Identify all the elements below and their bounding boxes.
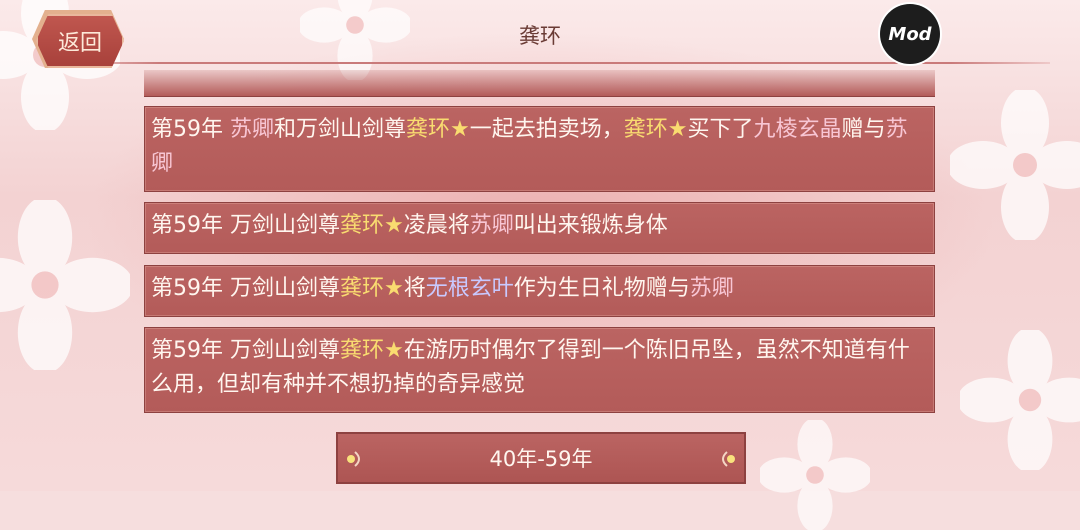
entry-segment: 第59年 万剑山剑尊 xyxy=(151,276,340,301)
entry-text: 第59年 万剑山剑尊龚环★凌晨将苏卿叫出来锻炼身体 xyxy=(151,213,668,238)
entry-segment: 龚环★ xyxy=(623,117,688,142)
list-item-partial xyxy=(144,70,935,97)
list-item: 第59年 万剑山剑尊龚环★将无根玄叶作为生日礼物赠与苏卿 xyxy=(144,265,935,317)
page-range-selector: 40年-59年 xyxy=(336,432,746,484)
entry-segment: 第59年 xyxy=(151,117,230,142)
entry-text: 第59年 苏卿和万剑山剑尊龚环★一起去拍卖场，龚环★买下了九棱玄晶赠与苏卿 xyxy=(151,117,908,176)
header-bar: 返回 龚环 Mod xyxy=(0,0,1080,68)
entry-segment: 一起去拍卖场， xyxy=(469,117,624,142)
entry-segment: 赠与 xyxy=(841,117,886,142)
entry-text: 第59年 万剑山剑尊龚环★将无根玄叶作为生日礼物赠与苏卿 xyxy=(151,276,734,301)
entry-segment: 九棱玄晶 xyxy=(753,117,842,142)
list-item: 第59年 万剑山剑尊龚环★凌晨将苏卿叫出来锻炼身体 xyxy=(144,202,935,254)
entry-segment: 苏卿 xyxy=(469,213,514,238)
entry-segment: 第59年 万剑山剑尊 xyxy=(151,338,340,363)
entry-segment: 龚环★ xyxy=(340,276,404,301)
entry-segment: 凌晨将 xyxy=(403,213,470,238)
entry-segment: 将 xyxy=(403,276,426,301)
entry-segment: 苏卿 xyxy=(689,276,734,301)
blossom-decoration-icon xyxy=(0,200,130,370)
entry-segment: 买下了 xyxy=(687,117,754,142)
mod-button-label: Mod xyxy=(888,23,932,45)
entry-segment: 无根玄叶 xyxy=(425,276,514,301)
list-item: 第59年 苏卿和万剑山剑尊龚环★一起去拍卖场，龚环★买下了九棱玄晶赠与苏卿 xyxy=(144,106,935,192)
entry-text: 第59年 万剑山剑尊龚环★在游历时偶尔了得到一个陈旧吊坠，虽然不知道有什么用，但… xyxy=(151,338,910,397)
blossom-decoration-icon xyxy=(960,330,1080,470)
blossom-decoration-icon xyxy=(950,90,1080,240)
ornate-right-arrow-icon[interactable] xyxy=(716,448,738,470)
blossom-decoration-icon xyxy=(760,420,870,530)
mod-button[interactable]: Mod xyxy=(880,4,940,64)
list-item: 第59年 万剑山剑尊龚环★在游历时偶尔了得到一个陈旧吊坠，虽然不知道有什么用，但… xyxy=(144,327,935,413)
entry-segment: 龚环★ xyxy=(340,213,404,238)
entry-segment: 第59年 万剑山剑尊 xyxy=(151,213,340,238)
entry-segment: 和万剑山剑尊 xyxy=(274,117,407,142)
page-range-label: 40年-59年 xyxy=(489,447,593,471)
ornate-left-arrow-icon[interactable] xyxy=(344,448,366,470)
entry-segment: 苏卿 xyxy=(230,117,275,142)
entry-segment: 龚环★ xyxy=(340,338,404,363)
entry-segment: 作为生日礼物赠与 xyxy=(513,276,690,301)
entry-segment: 龚环★ xyxy=(406,117,470,142)
entry-segment: 叫出来锻炼身体 xyxy=(513,213,668,238)
